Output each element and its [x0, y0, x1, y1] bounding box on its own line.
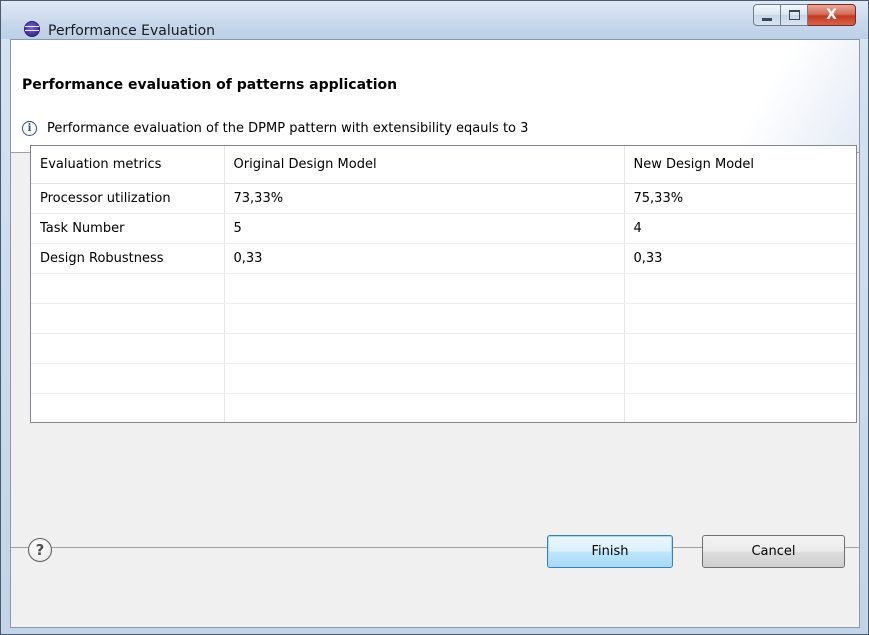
column-header-original[interactable]: Original Design Model [224, 146, 625, 184]
table-cell: 75,33% [624, 183, 856, 214]
header-message-text: Performance evaluation of the DPMP patte… [47, 121, 529, 136]
table-row[interactable]: Processor utilization 73,33% 75,33% [31, 183, 856, 214]
title-bar[interactable]: Performance Evaluation X [1, 1, 868, 39]
window-title: Performance Evaluation [48, 23, 216, 39]
table-row[interactable]: Task Number 5 4 [31, 213, 856, 244]
table-cell: Processor utilization [31, 183, 225, 214]
help-icon[interactable]: ? [28, 538, 52, 562]
empty-table-row [31, 303, 856, 334]
table-cell: Design Robustness [31, 243, 225, 274]
wizard-header: Performance evaluation of patterns appli… [11, 40, 859, 153]
metrics-grid: Evaluation metrics Original Design Model… [31, 146, 856, 422]
metrics-table[interactable]: Evaluation metrics Original Design Model… [30, 145, 857, 423]
close-button[interactable]: X [808, 4, 856, 26]
table-cell: 4 [624, 213, 856, 244]
table-cell: 0,33 [224, 243, 625, 274]
column-header-metrics[interactable]: Evaluation metrics [31, 146, 225, 184]
empty-table-row [31, 333, 856, 364]
empty-table-row [31, 273, 856, 304]
empty-table-row [31, 363, 856, 394]
cancel-button[interactable]: Cancel [702, 535, 845, 568]
table-cell: 5 [224, 213, 625, 244]
maximize-button[interactable] [781, 4, 808, 26]
finish-button[interactable]: Finish [547, 535, 673, 568]
minimize-button[interactable] [753, 4, 781, 26]
table-cell: 73,33% [224, 183, 625, 214]
header-message: i Performance evaluation of the DPMP pat… [22, 121, 528, 136]
table-cell: 0,33 [624, 243, 856, 274]
empty-table-row [31, 393, 856, 422]
close-icon: X [826, 7, 837, 23]
table-cell: Task Number [31, 213, 225, 244]
eclipse-icon [24, 21, 40, 37]
table-row[interactable]: Design Robustness 0,33 0,33 [31, 243, 856, 274]
dialog-window: Performance Evaluation X Performance eva… [0, 0, 869, 635]
table-header-row: Evaluation metrics Original Design Model… [31, 146, 856, 184]
minimize-icon [762, 17, 772, 21]
page-title: Performance evaluation of patterns appli… [22, 77, 398, 93]
maximize-icon [788, 10, 800, 20]
header-banner-decoration [739, 40, 859, 152]
info-icon: i [22, 121, 37, 136]
caption-buttons: X [753, 4, 856, 26]
column-header-new[interactable]: New Design Model [624, 146, 856, 184]
